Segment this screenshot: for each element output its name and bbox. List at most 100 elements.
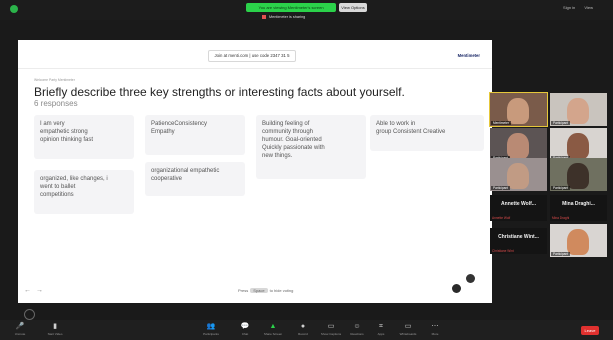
video-tile[interactable]: Participant bbox=[550, 158, 607, 191]
hint-key: Space bbox=[250, 288, 268, 293]
participant-gallery: Mentimeter Participant Participant Parti… bbox=[487, 0, 613, 320]
video-off-tile[interactable]: Mina Draghi... Mina Draghi bbox=[550, 195, 607, 221]
toolbar-label: Chat bbox=[241, 332, 249, 336]
toolbar-label: Participants bbox=[203, 332, 219, 336]
hint-post: to hide voting bbox=[269, 288, 294, 293]
toolbar-label: Unmute bbox=[14, 332, 26, 336]
prev-slide-button[interactable]: ← bbox=[24, 287, 31, 294]
video-tile[interactable]: Participant bbox=[550, 224, 607, 257]
card-line: cooperative bbox=[151, 176, 183, 182]
card-line: PatienceConsistency bbox=[151, 121, 208, 127]
mentimeter-logo: Mentimeter bbox=[457, 53, 480, 58]
participant-avatar bbox=[567, 163, 589, 189]
share-screen-icon: ▲ bbox=[269, 323, 277, 330]
participant-name: Christiane Wint... bbox=[498, 234, 539, 240]
chat-icon: 💬 bbox=[240, 323, 250, 330]
participant-avatar bbox=[507, 163, 529, 189]
video-tile[interactable]: Participant bbox=[490, 128, 547, 161]
participant-name: Participant bbox=[551, 186, 571, 190]
mute-button[interactable]: 🎤 Unmute bbox=[5, 322, 35, 337]
reactions-icon[interactable] bbox=[452, 284, 461, 293]
participant-name: Participant bbox=[551, 252, 571, 256]
sharing-notice-text: Mentimeter is sharing bbox=[269, 15, 306, 19]
video-tile[interactable]: Mentimeter bbox=[489, 92, 548, 127]
response-card: PatienceConsistency Empathy bbox=[145, 115, 245, 155]
card-line: organized, like changes, i bbox=[40, 176, 108, 182]
card-line: Empathy bbox=[151, 129, 175, 135]
whiteboards-button[interactable]: ▭ Whiteboards bbox=[393, 322, 423, 337]
slide-header: Join at menti.com | use code 2347 31 5 M… bbox=[18, 40, 492, 69]
participant-name: Annette Wolf... bbox=[501, 201, 536, 207]
participant-muted-label: Christiane Wint bbox=[492, 249, 514, 253]
toolbar-label: Start Video bbox=[47, 332, 63, 336]
camera-icon: ▮ bbox=[53, 323, 57, 330]
chat-button[interactable]: 💬 Chat bbox=[230, 322, 260, 337]
participant-name: Mina Draghi... bbox=[562, 201, 595, 207]
microphone-icon: 🎤 bbox=[15, 323, 25, 330]
video-tile[interactable]: Participant bbox=[550, 93, 607, 126]
participant-avatar bbox=[567, 229, 589, 255]
toolbar-label: More bbox=[431, 332, 439, 336]
participant-name: Mentimeter bbox=[491, 121, 511, 125]
share-screen-button[interactable]: ▲ Share Screen bbox=[258, 322, 288, 337]
participants-icon: 👥 bbox=[206, 323, 216, 330]
next-slide-button[interactable]: → bbox=[36, 287, 43, 294]
hint-pre: Press bbox=[238, 288, 249, 293]
participants-count-icon[interactable] bbox=[466, 274, 475, 283]
participant-avatar bbox=[507, 133, 529, 159]
share-banner: You are viewing Mentimeter's screen bbox=[246, 3, 336, 12]
voting-hint: Press Space to hide voting bbox=[238, 288, 293, 293]
apps-button[interactable]: ⌗ Apps bbox=[366, 322, 396, 337]
record-icon: ● bbox=[300, 323, 306, 330]
toolbar-label: Apps bbox=[377, 332, 385, 336]
video-tile[interactable]: Participant bbox=[550, 128, 607, 161]
card-line: Able to work in bbox=[376, 121, 416, 127]
toolbar-label: Share Screen bbox=[263, 332, 283, 336]
card-line: I am very bbox=[40, 121, 65, 127]
sharing-notice: Mentimeter is sharing bbox=[262, 14, 305, 21]
participant-avatar bbox=[567, 98, 589, 124]
join-code: Join at menti.com | use code 2347 31 5 bbox=[208, 50, 296, 62]
card-line: competitions bbox=[40, 192, 74, 198]
toolbar-label: Whiteboards bbox=[399, 332, 417, 336]
card-line: Quickly passionate with bbox=[262, 145, 325, 151]
video-off-tile[interactable]: Annette Wolf... Annette Wolf bbox=[490, 195, 547, 221]
leave-button[interactable]: Leave bbox=[581, 326, 599, 335]
meeting-toolbar: 🎤 Unmute ▮ Start Video 👥 Participants 💬 Chat… bbox=[0, 320, 613, 340]
security-shield-icon[interactable] bbox=[10, 5, 18, 13]
card-line: empathetic strong bbox=[40, 129, 88, 135]
toolbar-label: Record bbox=[298, 332, 308, 336]
video-button[interactable]: ▮ Start Video bbox=[40, 322, 70, 337]
record-dot-icon bbox=[262, 15, 266, 19]
view-options-button[interactable]: View Options bbox=[339, 3, 367, 12]
card-line: community through bbox=[262, 129, 314, 135]
participant-muted-label: Annette Wolf bbox=[492, 216, 511, 220]
card-line: humour. Goal-oriented bbox=[262, 137, 322, 143]
participant-muted-label: Mina Draghi bbox=[552, 216, 570, 220]
card-line: Building feeling of bbox=[262, 121, 310, 127]
video-off-tile[interactable]: Christiane Wint... Christiane Wint bbox=[490, 228, 547, 254]
shared-slide: Join at menti.com | use code 2347 31 5 M… bbox=[18, 40, 492, 303]
response-card: Able to work in group Consistent Creativ… bbox=[370, 115, 484, 151]
card-line: group Consistent Creative bbox=[376, 129, 446, 135]
participant-name: Participant bbox=[551, 121, 571, 125]
participant-name: Participant bbox=[491, 186, 511, 190]
response-card: Building feeling of community through hu… bbox=[256, 115, 366, 179]
card-line: new things. bbox=[262, 153, 293, 159]
response-count: 6 responses bbox=[34, 99, 78, 108]
slide-footer: ← → Press Space to hide voting bbox=[18, 274, 492, 303]
question-title: Briefly describe three key strengths or … bbox=[34, 85, 405, 99]
card-line: opinion thinking fast bbox=[40, 137, 94, 143]
more-icon: ⋯ bbox=[431, 323, 439, 330]
video-tile[interactable]: Participant bbox=[490, 158, 547, 191]
participant-avatar bbox=[567, 133, 589, 159]
record-button[interactable]: ● Record bbox=[288, 322, 318, 337]
more-button[interactable]: ⋯ More bbox=[420, 322, 450, 337]
apps-icon: ⌗ bbox=[379, 323, 383, 330]
participants-button[interactable]: 👥 Participants bbox=[196, 322, 226, 337]
response-card: I am very empathetic strong opinion thin… bbox=[34, 115, 134, 159]
pencil-icon[interactable] bbox=[24, 309, 35, 320]
response-card: organizational empathetic cooperative bbox=[145, 162, 245, 196]
slide-eyebrow: Welcome Party Mentimeter bbox=[34, 78, 75, 82]
card-line: went to ballet bbox=[40, 184, 76, 190]
